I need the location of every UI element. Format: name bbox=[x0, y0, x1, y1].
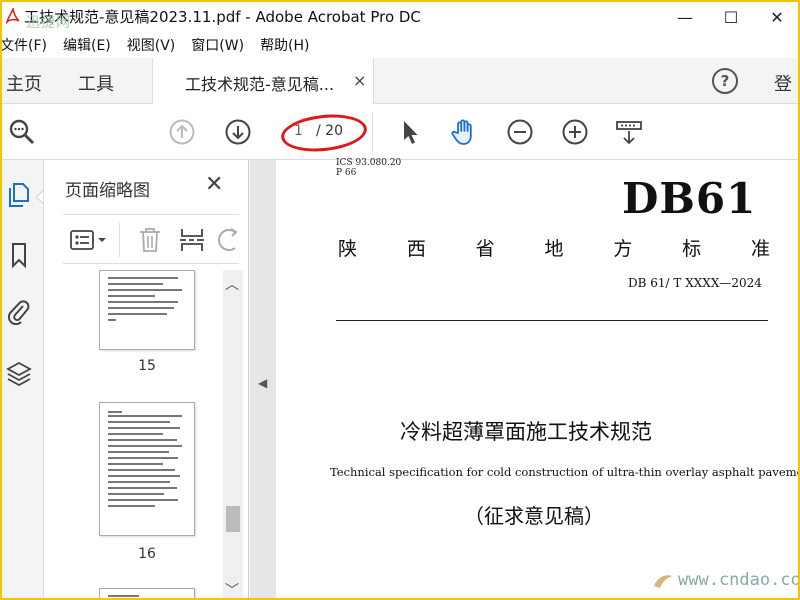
thumbnail-page-number: 15 bbox=[138, 358, 156, 374]
toolbar-divider bbox=[372, 112, 373, 152]
standard-number: DB 61/ T XXXX—2024 bbox=[628, 276, 762, 290]
scrollbar-thumb[interactable] bbox=[226, 506, 240, 532]
left-navigation-strip bbox=[2, 160, 44, 598]
hand-tool-icon[interactable] bbox=[448, 116, 480, 148]
standard-logo: DB61 bbox=[622, 174, 757, 223]
document-status: （征求意见稿） bbox=[464, 504, 604, 528]
annotation-oval bbox=[279, 110, 369, 156]
document-title: 冷料超薄罩面施工技术规范 bbox=[400, 420, 652, 444]
insert-page-icon[interactable] bbox=[177, 225, 207, 255]
maximize-button[interactable]: ☐ bbox=[708, 2, 754, 32]
help-icon[interactable]: ? bbox=[712, 68, 738, 94]
login-link[interactable]: 登 bbox=[774, 70, 792, 96]
close-tab-button[interactable]: × bbox=[353, 71, 366, 90]
attachments-icon[interactable] bbox=[4, 296, 34, 326]
p-code: P 66 bbox=[336, 168, 357, 178]
page-thumbnail[interactable] bbox=[99, 270, 195, 350]
tab-home[interactable]: 主页 bbox=[6, 70, 42, 96]
page-thumbnails-icon[interactable] bbox=[4, 180, 34, 210]
title-bar: 工技术规范-意见稿2023.11.pdf - Adobe Acrobat Pro… bbox=[2, 2, 798, 32]
panel-toolbar bbox=[63, 214, 239, 264]
horizontal-rule bbox=[336, 320, 768, 321]
toolbar: / 20 bbox=[2, 104, 798, 160]
document-subtitle: Technical specification for cold constru… bbox=[330, 465, 798, 479]
collapse-panel-icon[interactable]: ◀ bbox=[258, 376, 267, 390]
menu-file[interactable]: 文件(F) bbox=[2, 35, 47, 55]
pdf-page: ICS 93.080.20 P 66 DB61 陕 西 省 地 方 标 准 DB… bbox=[276, 158, 798, 598]
rotate-page-icon[interactable] bbox=[215, 225, 239, 255]
bookmarks-icon[interactable] bbox=[4, 240, 34, 270]
panel-pointer-icon bbox=[36, 190, 44, 204]
document-tab-label: 工技术规范-意见稿... bbox=[185, 75, 335, 94]
menu-view[interactable]: 视图(V) bbox=[127, 35, 176, 55]
zoom-in-icon[interactable] bbox=[559, 116, 591, 148]
site-watermark: www.cndao.com bbox=[678, 570, 798, 590]
thumbnail-page-number: 16 bbox=[138, 546, 156, 562]
next-page-icon[interactable] bbox=[222, 116, 254, 148]
heading-char: 标 bbox=[682, 238, 702, 260]
menu-edit[interactable]: 编辑(E) bbox=[63, 35, 111, 55]
options-menu-icon[interactable] bbox=[67, 225, 111, 255]
close-window-button[interactable]: ✕ bbox=[754, 2, 798, 32]
standard-heading: 陕 西 省 地 方 标 准 bbox=[338, 234, 770, 261]
minimize-button[interactable]: — bbox=[662, 2, 708, 32]
close-panel-button[interactable]: ✕ bbox=[205, 172, 223, 197]
heading-char: 准 bbox=[750, 238, 770, 260]
scroll-down-icon[interactable]: ﹀ bbox=[225, 580, 239, 598]
document-view: ◀ ICS 93.080.20 P 66 DB61 陕 西 省 地 方 标 准 … bbox=[250, 158, 798, 598]
delete-page-icon[interactable] bbox=[135, 225, 165, 255]
thumbnail-list: 15 16 bbox=[63, 270, 223, 598]
heading-char: 地 bbox=[544, 238, 564, 260]
page-thumbnail[interactable] bbox=[99, 402, 195, 536]
heading-char: 省 bbox=[475, 238, 495, 260]
select-cursor-icon[interactable] bbox=[394, 116, 426, 148]
search-icon[interactable] bbox=[6, 116, 38, 148]
panel-title: 页面缩略图 bbox=[65, 181, 150, 201]
zoom-out-icon[interactable] bbox=[504, 116, 536, 148]
tab-row: 主页 工具 工技术规范-意见稿... × ? 登 bbox=[2, 58, 798, 104]
menu-bar: 文件(F) 编辑(E) 视图(V) 窗口(W) 帮助(H) bbox=[2, 32, 798, 58]
thumbnail-scrollbar[interactable]: ︿ ﹀ bbox=[223, 270, 243, 598]
panel-tools-divider bbox=[119, 223, 120, 257]
menu-window[interactable]: 窗口(W) bbox=[191, 35, 244, 55]
menu-help[interactable]: 帮助(H) bbox=[260, 35, 309, 55]
tab-document[interactable]: 工技术规范-意见稿... × bbox=[152, 58, 374, 104]
layers-icon[interactable] bbox=[4, 358, 34, 388]
acrobat-window: 工技术规范-意见稿2023.11.pdf - Adobe Acrobat Pro… bbox=[2, 2, 798, 598]
acrobat-icon bbox=[6, 8, 20, 24]
scroll-up-icon[interactable]: ︿ bbox=[225, 274, 239, 294]
page-thumbnail[interactable] bbox=[99, 588, 195, 598]
tab-tools[interactable]: 工具 bbox=[78, 70, 114, 96]
ics-code: ICS 93.080.20 bbox=[336, 158, 402, 168]
window-title: 工技术规范-意见稿2023.11.pdf - Adobe Acrobat Pro… bbox=[24, 8, 421, 26]
previous-page-icon[interactable] bbox=[166, 116, 198, 148]
watermark-logo: 迅捷网 bbox=[26, 15, 71, 31]
site-logo-icon bbox=[654, 575, 672, 588]
heading-char: 方 bbox=[613, 238, 633, 260]
heading-char: 陕 bbox=[338, 238, 358, 260]
page-thumbnails-panel: 页面缩略图 ✕ 15 16 ︿ ﹀ bbox=[45, 160, 249, 598]
scroll-mode-icon[interactable] bbox=[613, 116, 645, 148]
heading-char: 西 bbox=[406, 238, 426, 260]
